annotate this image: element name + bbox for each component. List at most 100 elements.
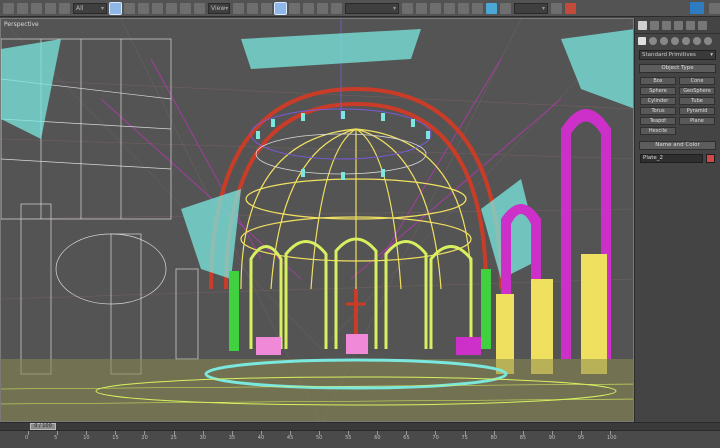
spinner-snap-icon[interactable] [317, 2, 328, 14]
layer-manager-icon[interactable] [430, 2, 441, 14]
bind-space-warp-icon[interactable] [59, 2, 70, 14]
geometry-icon[interactable] [638, 37, 646, 45]
track-tick-label: 35 [228, 435, 236, 441]
object-name-field[interactable]: Plate_2 [640, 154, 703, 163]
render-preset-dropdown[interactable]: ▾ [514, 2, 548, 14]
reference-coordinate-value: View [211, 4, 226, 12]
selection-filter-value: All [76, 4, 84, 12]
select-scale-icon[interactable] [194, 2, 205, 14]
display-tab-icon[interactable] [686, 21, 695, 30]
align-icon[interactable] [416, 2, 427, 14]
pivot-center-icon[interactable] [233, 2, 244, 14]
hexcile-button[interactable]: Hexcile [640, 127, 676, 135]
floor-wire [1, 358, 633, 421]
chevron-down-icon: ▾ [392, 4, 396, 12]
chevron-down-icon: ▾ [225, 4, 229, 12]
helpers-icon[interactable] [682, 37, 690, 45]
render-setup-icon[interactable] [500, 2, 511, 14]
tube-button[interactable]: Tube [679, 97, 715, 105]
track-tick-label: 50 [316, 435, 323, 441]
torus-button[interactable]: Torus [640, 107, 676, 115]
reference-coordinate-dropdown[interactable]: View ▾ [208, 2, 230, 14]
teapot-button[interactable]: Teapot [640, 117, 676, 125]
time-slider[interactable]: 0 / 100 [0, 422, 720, 430]
select-move-icon[interactable] [166, 2, 177, 14]
track-bar[interactable]: 0 5 10 15 20 25 30 35 40 45 50 55 60 65 70 75 80 85 90 95 10… [0, 430, 720, 448]
box-button[interactable]: Box [640, 77, 676, 85]
systems-icon[interactable] [704, 37, 712, 45]
rectangular-selection-icon[interactable] [138, 2, 149, 14]
track-tick-label: 90 [548, 435, 556, 441]
name-color-rollout-header[interactable]: Name and Color [639, 141, 716, 150]
track-tick-label: 30 [199, 435, 206, 441]
material-editor-icon[interactable] [486, 2, 497, 14]
geosphere-button[interactable]: GeoSphere [679, 87, 715, 95]
modify-tab-icon[interactable] [650, 21, 659, 30]
select-object-icon[interactable] [109, 1, 122, 15]
track-tick-label: 15 [112, 435, 119, 441]
object-color-swatch[interactable] [706, 154, 715, 163]
hierarchy-tab-icon[interactable] [662, 21, 671, 30]
track-tick-label: 75 [461, 435, 468, 441]
track-tick-label: 60 [374, 435, 381, 441]
percent-snap-icon[interactable] [303, 2, 314, 14]
track-tick-label: 0 [25, 435, 29, 441]
object-type-buttons: Box Cone Sphere GeoSphere Cylinder Tube … [635, 75, 720, 137]
track-tick-label: 25 [170, 435, 177, 441]
undo-icon[interactable] [3, 2, 14, 14]
edit-named-selection-icon[interactable] [331, 2, 342, 14]
create-category-row [635, 34, 720, 48]
plane-button[interactable]: Plane [679, 117, 715, 125]
wireframe-scene [1, 19, 633, 421]
time-slider-thumb[interactable]: 0 / 100 [30, 423, 56, 430]
unlink-icon[interactable] [45, 2, 56, 14]
viewport-label[interactable]: Perspective [4, 21, 39, 28]
primitive-category-dropdown[interactable]: Standard Primitives ▾ [639, 50, 716, 60]
select-manipulate-icon[interactable] [247, 2, 258, 14]
shapes-icon[interactable] [649, 37, 657, 45]
motion-tab-icon[interactable] [674, 21, 683, 30]
track-tick-label: 45 [286, 435, 294, 441]
render-production-icon[interactable] [565, 2, 576, 14]
pyramid-button[interactable]: Pyramid [679, 107, 715, 115]
space-warps-icon[interactable] [693, 37, 701, 45]
redo-icon[interactable] [17, 2, 28, 14]
track-tick-label: 70 [432, 435, 439, 441]
utilities-tab-icon[interactable] [698, 21, 707, 30]
select-by-name-icon[interactable] [124, 2, 135, 14]
track-tick-label: 65 [403, 435, 410, 441]
mirror-icon[interactable] [402, 2, 413, 14]
rendered-frame-window-icon[interactable] [551, 2, 562, 14]
altar-wire [229, 269, 491, 355]
perspective-viewport[interactable]: Perspective [0, 18, 634, 422]
cone-button[interactable]: Cone [679, 77, 715, 85]
chevron-down-icon: ▾ [541, 4, 545, 12]
named-selection-dropdown[interactable]: ▾ [345, 2, 399, 14]
cylinder-button[interactable]: Cylinder [640, 97, 676, 105]
lights-icon[interactable] [660, 37, 668, 45]
create-tab-icon[interactable] [638, 21, 647, 30]
main-toolbar: All ▾ View ▾ ▾ ▾ [0, 0, 720, 17]
track-tick-label: 100 [607, 435, 617, 441]
max-window: All ▾ View ▾ ▾ ▾ Perspective Standard Pr… [0, 0, 720, 448]
selection-filter-dropdown[interactable]: All ▾ [73, 2, 107, 14]
track-tick-label: 55 [345, 435, 352, 441]
schematic-view-icon[interactable] [472, 2, 483, 14]
keyboard-shortcut-override-icon[interactable] [261, 2, 272, 14]
select-rotate-icon[interactable] [180, 2, 191, 14]
track-tick-label: 20 [141, 435, 148, 441]
cameras-icon[interactable] [671, 37, 679, 45]
window-crossing-icon[interactable] [152, 2, 163, 14]
help-icon[interactable] [709, 2, 720, 14]
name-color-row: Plate_2 [635, 152, 720, 165]
track-tick-label: 5 [54, 435, 58, 441]
curve-editor-icon[interactable] [458, 2, 469, 14]
chevron-down-icon: ▾ [100, 4, 104, 12]
snaps-toggle-icon[interactable] [274, 1, 287, 15]
angle-snap-icon[interactable] [289, 2, 300, 14]
track-tick-label: 40 [257, 435, 265, 441]
sphere-button[interactable]: Sphere [640, 87, 676, 95]
graphite-ribbon-icon[interactable] [444, 2, 455, 14]
object-type-rollout-header[interactable]: Object Type [639, 64, 716, 73]
link-icon[interactable] [31, 2, 42, 14]
